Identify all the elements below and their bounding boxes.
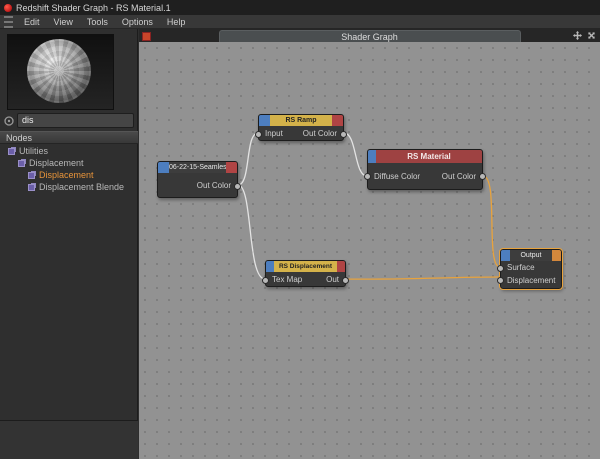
node-tree: Utilities Displacement Displacement Disp… <box>0 145 138 193</box>
node-seamless-texture[interactable]: 06-22-15-Seamless Out Color <box>157 161 238 198</box>
node-rs-displacement[interactable]: RS Displacement Tex Map Out <box>265 260 346 287</box>
redshift-app-icon <box>4 4 12 12</box>
nodes-panel-header: Nodes <box>0 131 138 144</box>
fit-view-icon[interactable] <box>585 29 598 42</box>
header-chip-blue <box>158 162 169 173</box>
folder-icon <box>8 148 15 155</box>
menu-bar: Edit View Tools Options Help <box>0 15 600 29</box>
node-body: Diffuse Color Out Color <box>368 163 482 189</box>
node-output[interactable]: Output Surface Displacement <box>500 249 562 289</box>
material-preview <box>7 34 114 110</box>
graph-menu-icon[interactable] <box>142 32 151 41</box>
displacement-input-port[interactable] <box>497 277 504 284</box>
header-chip-orange <box>552 250 561 261</box>
port-label-out-color: Out Color <box>442 172 476 181</box>
sidebar-bottom-panel <box>0 421 138 459</box>
header-chip-red <box>337 261 345 272</box>
wire-seamless-to-ramp <box>238 133 258 185</box>
port-label-tex-map: Tex Map <box>272 275 302 284</box>
wire-seamless-to-displacement <box>238 185 265 279</box>
folder-icon <box>18 160 25 167</box>
port-label-surface: Surface <box>507 263 535 272</box>
graph-canvas[interactable]: 06-22-15-Seamless Out Color RS Ramp Inpu… <box>139 42 600 459</box>
graph-header-icons <box>573 31 596 40</box>
node-title: RS Displacement <box>274 261 337 272</box>
output-port[interactable] <box>342 277 349 284</box>
wire-material-to-output <box>483 176 500 267</box>
wire-displacement-to-output <box>346 277 500 279</box>
preview-sphere <box>27 39 91 103</box>
node-title: RS Ramp <box>270 115 332 126</box>
search-input[interactable]: dis <box>17 113 134 128</box>
menu-options[interactable]: Options <box>115 15 160 29</box>
header-chip-blue <box>368 150 376 163</box>
node-body: Input Out Color <box>259 126 343 141</box>
port-label-out-color: Out Color <box>303 129 337 138</box>
header-chip-blue <box>259 115 270 126</box>
port-label-out: Out <box>326 275 339 284</box>
node-header: Output <box>501 250 561 261</box>
port-label-diffuse-color: Diffuse Color <box>374 172 420 181</box>
tree-item-displacement-group[interactable]: Displacement <box>0 157 138 169</box>
node-header: RS Ramp <box>259 115 343 126</box>
window-title: Redshift Shader Graph - RS Material.1 <box>16 3 171 13</box>
header-chip-red <box>226 162 237 173</box>
node-title: Output <box>510 250 552 261</box>
sidebar: dis Nodes Utilities Displacement Displac… <box>0 29 138 459</box>
output-port[interactable] <box>340 131 347 138</box>
surface-input-port[interactable] <box>497 265 504 272</box>
node-type-icon <box>28 184 35 191</box>
wire-ramp-to-material <box>344 133 367 176</box>
node-header: 06-22-15-Seamless <box>158 162 237 173</box>
menu-tools[interactable]: Tools <box>80 15 115 29</box>
port-label-displacement: Displacement <box>507 276 555 285</box>
header-chip-red <box>332 115 343 126</box>
node-body: Surface Displacement <box>501 261 561 288</box>
menu-edit[interactable]: Edit <box>17 15 47 29</box>
input-port[interactable] <box>262 277 269 284</box>
input-port[interactable] <box>255 131 262 138</box>
node-header: RS Displacement <box>266 261 345 272</box>
node-rs-ramp[interactable]: RS Ramp Input Out Color <box>258 114 344 141</box>
node-title: 06-22-15-Seamless <box>169 162 226 173</box>
output-port[interactable] <box>234 183 241 190</box>
tree-item-utilities[interactable]: Utilities <box>0 145 138 157</box>
menu-view[interactable]: View <box>47 15 80 29</box>
output-port[interactable] <box>479 173 486 180</box>
header-chip-blue <box>501 250 510 261</box>
node-rs-material[interactable]: RS Material Diffuse Color Out Color <box>367 149 483 190</box>
node-body: Tex Map Out <box>266 272 345 287</box>
menu-help[interactable]: Help <box>160 15 193 29</box>
node-type-icon <box>28 172 35 179</box>
title-bar: Redshift Shader Graph - RS Material.1 <box>0 0 600 15</box>
port-label-input: Input <box>265 129 283 138</box>
menu-grip-icon[interactable] <box>4 16 13 28</box>
input-port[interactable] <box>364 173 371 180</box>
tree-item-displacement-blender[interactable]: Displacement Blende <box>0 181 138 193</box>
header-chip-blue <box>266 261 274 272</box>
node-search-row: dis <box>4 113 134 128</box>
tree-item-displacement[interactable]: Displacement <box>0 169 138 181</box>
node-title: RS Material <box>376 150 482 163</box>
pan-icon[interactable] <box>573 31 582 40</box>
graph-panel: Shader Graph 06-22-15-Seamless <box>139 29 600 459</box>
node-body: Out Color <box>158 173 237 198</box>
graph-header: Shader Graph <box>139 29 600 42</box>
search-icon[interactable] <box>4 116 14 126</box>
port-label-out-color: Out Color <box>197 181 231 190</box>
node-header: RS Material <box>368 150 482 163</box>
